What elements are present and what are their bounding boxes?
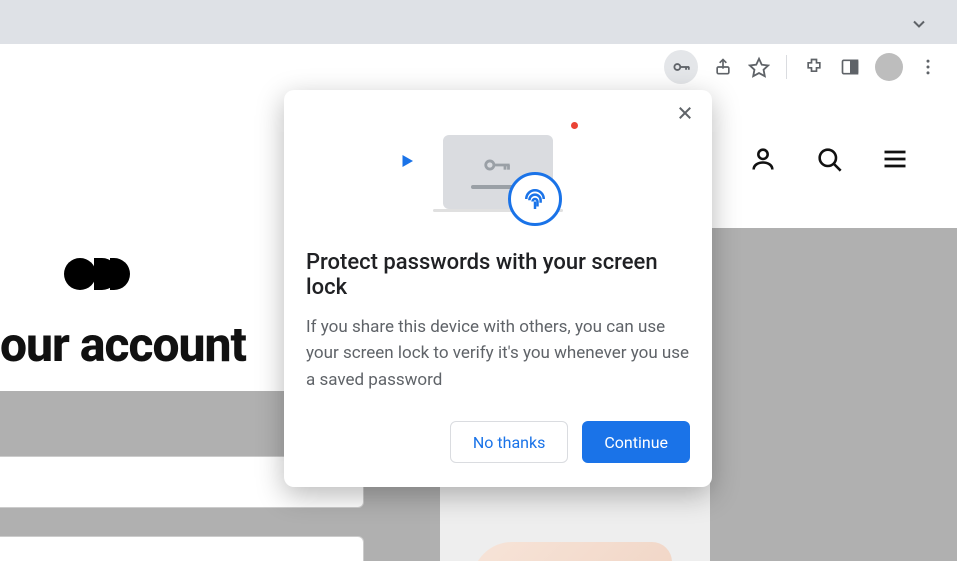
hamburger-icon[interactable] xyxy=(881,145,909,173)
person-icon[interactable] xyxy=(749,145,777,173)
password-key-button[interactable] xyxy=(664,50,698,84)
popup-title: Protect passwords with your screen lock xyxy=(306,250,690,300)
divider xyxy=(786,55,787,79)
no-thanks-button[interactable]: No thanks xyxy=(450,421,568,463)
extensions-icon[interactable] xyxy=(803,56,825,78)
popup-illustration xyxy=(306,112,690,232)
sidepanel-icon[interactable] xyxy=(839,56,861,78)
screen-lock-popup: Protect passwords with your screen lock … xyxy=(284,90,712,487)
red-dot-icon xyxy=(571,122,578,129)
play-icon xyxy=(398,152,416,174)
profile-avatar[interactable] xyxy=(875,53,903,81)
star-icon[interactable] xyxy=(748,56,770,78)
kebab-menu-icon[interactable] xyxy=(917,56,939,78)
popup-actions: No thanks Continue xyxy=(306,421,690,463)
popup-body: If you share this device with others, yo… xyxy=(306,314,690,393)
chevron-down-icon[interactable] xyxy=(909,14,929,38)
browser-toolbar xyxy=(0,44,957,90)
search-icon[interactable] xyxy=(815,145,843,173)
fingerprint-icon xyxy=(508,172,562,226)
tab-strip xyxy=(0,0,957,44)
continue-button[interactable]: Continue xyxy=(582,421,690,463)
share-icon[interactable] xyxy=(712,56,734,78)
text-input-2[interactable] xyxy=(0,536,364,561)
